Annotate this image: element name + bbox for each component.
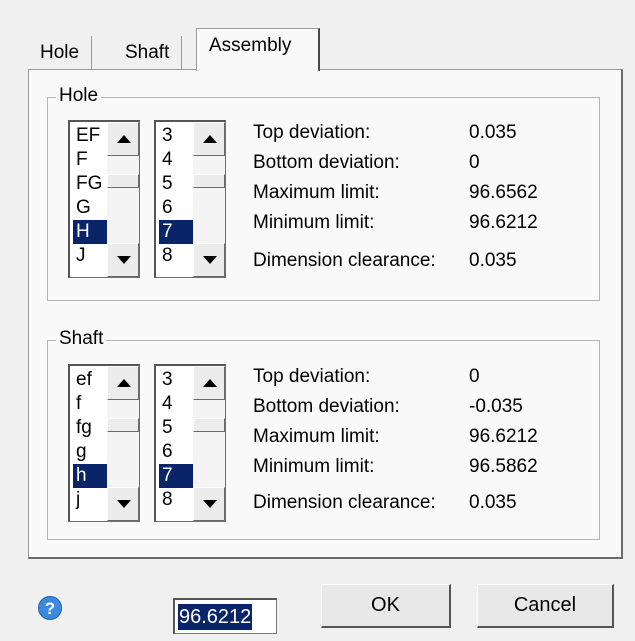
scroll-thumb[interactable] bbox=[107, 174, 139, 188]
list-item[interactable]: ef bbox=[73, 368, 109, 392]
list-item[interactable]: f bbox=[73, 392, 109, 416]
list-item[interactable]: FG bbox=[73, 172, 109, 196]
shaft-group-title: Shaft bbox=[56, 328, 107, 350]
shaft-letter-list[interactable]: ef f fg g h j bbox=[68, 364, 140, 522]
minimum-limit-value: 96.5862 bbox=[469, 456, 538, 477]
bottom-deviation-label: Bottom deviation: bbox=[253, 152, 400, 173]
scroll-down-button[interactable] bbox=[107, 487, 139, 521]
chevron-down-icon bbox=[203, 256, 217, 264]
shaft-grade-list[interactable]: 3 4 5 6 7 8 bbox=[154, 364, 226, 522]
maximum-limit-label: Maximum limit: bbox=[253, 426, 380, 447]
minimum-limit-label: Minimum limit: bbox=[253, 212, 375, 233]
list-item[interactable]: fg bbox=[73, 416, 109, 440]
shaft-group: Shaft ef f fg g h j 3 4 5 6 7 8 Top devi… bbox=[47, 328, 600, 540]
hole-group-title: Hole bbox=[56, 85, 102, 107]
chevron-up-icon bbox=[117, 379, 131, 387]
assembly-panel: Hole EF F FG G H J 3 4 5 6 7 8 Top devia… bbox=[28, 69, 623, 559]
list-item[interactable]: 5 bbox=[159, 172, 195, 196]
ok-button[interactable]: OK bbox=[321, 584, 451, 628]
hole-grade-list[interactable]: 3 4 5 6 7 8 bbox=[154, 120, 226, 278]
minimum-limit-label: Minimum limit: bbox=[253, 456, 375, 477]
list-item-selected[interactable]: 7 bbox=[159, 220, 195, 244]
chevron-down-icon bbox=[203, 500, 217, 508]
tab-shaft[interactable]: Shaft bbox=[113, 36, 183, 70]
scroll-thumb[interactable] bbox=[107, 418, 139, 432]
chevron-down-icon bbox=[117, 256, 131, 264]
value-field[interactable]: 96.6212 bbox=[173, 598, 277, 634]
dimension-clearance-label: Dimension clearance: bbox=[253, 250, 436, 271]
hole-group: Hole EF F FG G H J 3 4 5 6 7 8 Top devia… bbox=[47, 85, 600, 301]
chevron-up-icon bbox=[203, 379, 217, 387]
bottom-deviation-value: 0 bbox=[469, 152, 480, 173]
top-deviation-label: Top deviation: bbox=[253, 122, 371, 143]
chevron-down-icon bbox=[117, 500, 131, 508]
maximum-limit-label: Maximum limit: bbox=[253, 182, 380, 203]
cancel-button[interactable]: Cancel bbox=[477, 584, 614, 628]
list-item-selected[interactable]: h bbox=[73, 464, 109, 488]
scroll-thumb[interactable] bbox=[193, 174, 225, 188]
scroll-thumb[interactable] bbox=[193, 418, 225, 432]
minimum-limit-value: 96.6212 bbox=[469, 212, 538, 233]
list-item[interactable]: 4 bbox=[159, 392, 195, 416]
hole-grade-scrollbar[interactable] bbox=[193, 122, 225, 277]
scroll-up-button[interactable] bbox=[107, 122, 139, 156]
dimension-clearance-value: 0.035 bbox=[469, 250, 517, 271]
chevron-up-icon bbox=[203, 135, 217, 143]
list-item[interactable]: 8 bbox=[159, 488, 195, 512]
maximum-limit-value: 96.6212 bbox=[469, 426, 538, 447]
value-field-text: 96.6212 bbox=[178, 604, 253, 630]
scroll-up-button[interactable] bbox=[107, 366, 139, 400]
scroll-down-button[interactable] bbox=[107, 243, 139, 277]
scroll-up-button[interactable] bbox=[193, 122, 225, 156]
dimension-clearance-value: 0.035 bbox=[469, 492, 517, 513]
scroll-up-button[interactable] bbox=[193, 366, 225, 400]
list-item[interactable]: G bbox=[73, 196, 109, 220]
help-icon[interactable]: ? bbox=[38, 596, 62, 620]
bottom-deviation-value: -0.035 bbox=[469, 396, 523, 417]
scroll-down-button[interactable] bbox=[193, 487, 225, 521]
scroll-down-button[interactable] bbox=[193, 243, 225, 277]
list-item[interactable]: F bbox=[73, 148, 109, 172]
list-item[interactable]: 6 bbox=[159, 440, 195, 464]
list-item-selected[interactable]: 7 bbox=[159, 464, 195, 488]
shaft-grade-scrollbar[interactable] bbox=[193, 366, 225, 521]
list-item-selected[interactable]: H bbox=[73, 220, 109, 244]
list-item[interactable]: 6 bbox=[159, 196, 195, 220]
top-deviation-label: Top deviation: bbox=[253, 366, 371, 387]
dimension-clearance-label: Dimension clearance: bbox=[253, 492, 436, 513]
list-item[interactable]: 3 bbox=[159, 124, 195, 148]
maximum-limit-value: 96.6562 bbox=[469, 182, 538, 203]
list-item[interactable]: EF bbox=[73, 124, 109, 148]
top-deviation-value: 0.035 bbox=[469, 122, 517, 143]
tab-bar: Hole Shaft Assembly bbox=[28, 28, 628, 71]
list-item[interactable]: J bbox=[73, 244, 109, 268]
shaft-letter-scrollbar[interactable] bbox=[107, 366, 139, 521]
list-item[interactable]: g bbox=[73, 440, 109, 464]
list-item[interactable]: j bbox=[73, 488, 109, 512]
list-item[interactable]: 8 bbox=[159, 244, 195, 268]
hole-letter-scrollbar[interactable] bbox=[107, 122, 139, 277]
list-item[interactable]: 5 bbox=[159, 416, 195, 440]
list-item[interactable]: 3 bbox=[159, 368, 195, 392]
chevron-up-icon bbox=[117, 135, 131, 143]
hole-letter-list[interactable]: EF F FG G H J bbox=[68, 120, 140, 278]
top-deviation-value: 0 bbox=[469, 366, 480, 387]
tab-assembly[interactable]: Assembly bbox=[196, 28, 320, 71]
tab-hole[interactable]: Hole bbox=[28, 36, 93, 70]
bottom-deviation-label: Bottom deviation: bbox=[253, 396, 400, 417]
list-item[interactable]: 4 bbox=[159, 148, 195, 172]
